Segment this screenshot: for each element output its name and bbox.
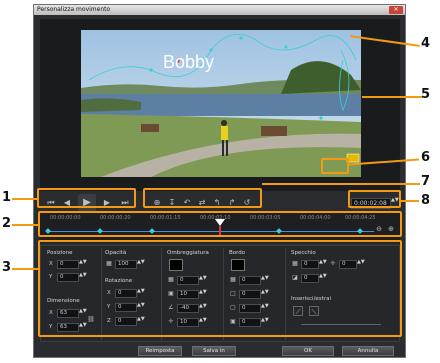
keyframe-point[interactable] [284, 45, 288, 49]
callout-box-playback [37, 188, 136, 208]
cancel-button[interactable]: Annulla [342, 346, 394, 356]
callout-number-1: 1 [2, 190, 12, 205]
callout-box-timeline [38, 211, 402, 237]
callout-number-8: 8 [421, 193, 431, 208]
close-button[interactable]: ✕ [389, 6, 403, 14]
callout-line [401, 200, 419, 202]
motion-path[interactable] [81, 30, 361, 177]
ok-button[interactable]: OK [282, 346, 334, 356]
callout-number-6: 6 [421, 150, 431, 165]
callout-box-object [321, 158, 349, 174]
callout-box-path-tools [143, 188, 262, 208]
callout-line [262, 183, 420, 185]
save-to-button[interactable]: Salva in [192, 346, 236, 356]
callout-number-2: 2 [2, 216, 12, 231]
keyframe-point[interactable] [149, 68, 153, 72]
callout-number-4: 4 [421, 36, 431, 51]
callout-number-3: 3 [2, 260, 12, 275]
callout-line [12, 198, 37, 200]
keyframe-point[interactable] [319, 116, 323, 120]
callout-number-7: 7 [421, 174, 431, 189]
callout-line [362, 96, 422, 98]
keyframe-point[interactable] [239, 36, 243, 40]
callout-box-timecode [348, 190, 401, 208]
callout-number-5: 5 [421, 87, 431, 102]
callout-line [12, 268, 38, 270]
callout-box-properties [38, 240, 402, 337]
dialog-footer: Reimposta Salva in OK Annulla [34, 344, 405, 359]
reset-button[interactable]: Reimposta [138, 346, 182, 356]
title-bar: Personalizza movimento ✕ [34, 5, 405, 15]
callout-line [12, 224, 38, 226]
window-title: Personalizza movimento [37, 6, 111, 13]
video-preview[interactable]: Bobby [81, 30, 361, 177]
overlay-title-text[interactable]: Bobby [163, 52, 214, 73]
